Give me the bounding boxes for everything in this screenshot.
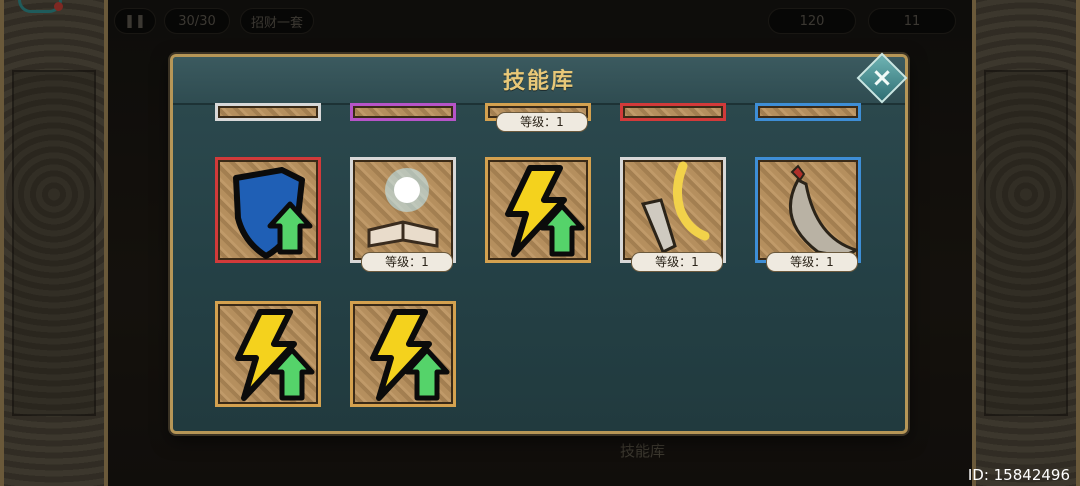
skill-library-dialog: 技能库 等级：1 等级：1 等级：1 等级：1 <box>170 54 908 434</box>
close-icon: × <box>871 63 893 93</box>
level-badge: 等级：1 <box>361 252 453 272</box>
level-badge: 等级：1 <box>631 252 723 272</box>
player-id: ID: 15842496 <box>967 466 1070 484</box>
skill-grid: 等级：1 等级：1 等级：1 等级：1 <box>173 57 905 431</box>
skill-slot[interactable]: 等级：1 <box>755 157 861 272</box>
skill-slot-partial[interactable] <box>755 103 861 121</box>
skill-slot[interactable]: 等级：1 <box>620 157 726 272</box>
skill-slot-partial[interactable]: 等级：1 <box>485 103 591 132</box>
skill-slot[interactable] <box>215 157 321 263</box>
skill-slot[interactable] <box>215 301 321 407</box>
skill-slot-partial[interactable] <box>350 103 456 121</box>
skill-slot[interactable] <box>350 301 456 407</box>
skill-slot-partial[interactable] <box>215 103 321 121</box>
skill-slot[interactable] <box>485 157 591 263</box>
level-badge: 等级：1 <box>496 112 588 132</box>
skill-slot-partial[interactable] <box>620 103 726 121</box>
close-button[interactable]: × <box>856 52 908 104</box>
level-badge: 等级：1 <box>766 252 858 272</box>
skill-slot[interactable]: 等级：1 <box>350 157 456 272</box>
